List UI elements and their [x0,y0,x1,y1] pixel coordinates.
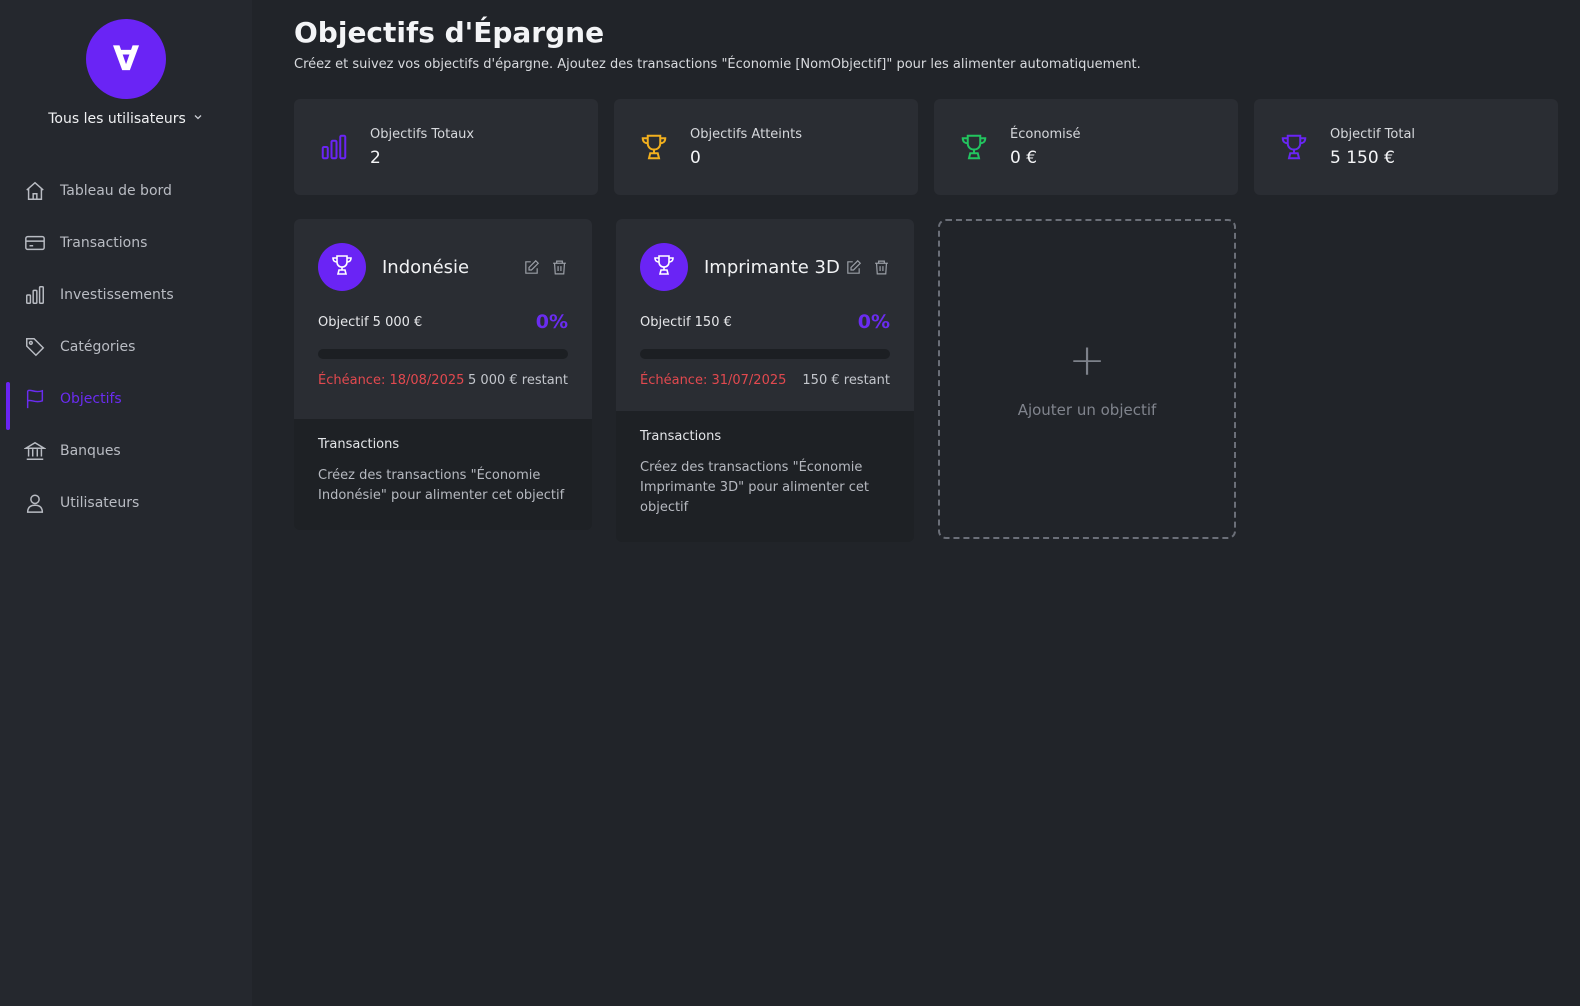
sidebar: ∀ Tous les utilisateurs Tableau de bord … [0,0,252,1006]
trash-icon[interactable] [872,258,890,276]
sidebar-item-dashboard[interactable]: Tableau de bord [0,165,252,217]
goal-avatar [318,243,366,291]
tag-icon [24,336,46,358]
sidebar-item-categories[interactable]: Catégories [0,321,252,373]
goal-remaining: 5 000 € restant [468,373,568,388]
trophy-icon [330,253,354,281]
progress-bar [318,349,568,359]
sidebar-item-label: Transactions [60,235,148,251]
stat-label: Objectifs Totaux [370,126,475,142]
stat-card-total-goals: Objectifs Totaux 2 [294,99,598,195]
add-goal-button[interactable]: + Ajouter un objectif [938,219,1236,539]
edit-icon[interactable] [522,258,540,276]
sidebar-item-goals[interactable]: Objectifs [0,373,252,430]
sidebar-item-banks[interactable]: Banques [0,425,252,477]
page-title: Objectifs d'Épargne [294,16,605,49]
stat-value: 0 € [1010,147,1038,168]
user-select-label: Tous les utilisateurs [48,111,186,127]
home-icon [24,180,46,202]
transactions-title: Transactions [640,429,722,444]
stat-card-total-target: Objectif Total 5 150 € [1254,99,1558,195]
sidebar-item-investments[interactable]: Investissements [0,269,252,321]
stat-value: 0 [690,147,701,168]
card-icon [24,232,46,254]
goal-deadline: Échéance: 31/07/2025 [640,373,787,388]
edit-icon[interactable] [844,258,862,276]
flag-icon [24,388,46,410]
goal-target: Objectif 150 € [640,314,732,330]
stats-row: Objectifs Totaux 2 Objectifs Atteints 0 … [294,99,1560,195]
sidebar-item-label: Catégories [60,339,136,355]
goal-percent: 0% [857,311,890,333]
sidebar-item-label: Banques [60,443,121,459]
stat-value: 2 [370,147,381,168]
trophy-icon [638,131,670,163]
transactions-hint: Créez des transactions "Économie Imprima… [640,460,870,515]
app-logo[interactable]: ∀ [86,19,166,99]
stat-label: Économisé [1010,126,1081,142]
user-icon [24,492,46,514]
transactions-hint: Créez des transactions "Économie Indonés… [318,468,565,503]
bank-icon [24,440,46,462]
trophy-icon [1278,131,1310,163]
sidebar-item-label: Investissements [60,287,174,303]
sidebar-nav: Tableau de bord Transactions Investissem… [0,165,252,529]
add-goal-label: Ajouter un objectif [1017,401,1157,419]
logo-glyph: ∀ [112,39,140,79]
chevron-down-icon [192,111,204,127]
bar-chart-icon [318,131,350,163]
sidebar-item-label: Objectifs [60,391,122,407]
trophy-icon [652,253,676,281]
goal-avatar [640,243,688,291]
goal-target: Objectif 5 000 € [318,314,423,330]
plus-icon: + [1068,335,1106,386]
transactions-title: Transactions [318,437,400,452]
stat-label: Objectif Total [1330,126,1416,142]
sidebar-item-label: Tableau de bord [60,183,172,199]
goal-name: Imprimante 3D [704,256,840,278]
trophy-icon [958,131,990,163]
trash-icon[interactable] [550,258,568,276]
goal-deadline: Échéance: 18/08/2025 [318,373,465,388]
sidebar-item-label: Utilisateurs [60,495,140,511]
stat-value: 5 150 € [1330,147,1395,168]
sidebar-item-users[interactable]: Utilisateurs [0,477,252,529]
goal-percent: 0% [535,311,568,333]
stat-label: Objectifs Atteints [690,126,803,142]
goal-card: Indonésie Objectif 5 000 € 0% Échéance: … [294,219,592,530]
progress-bar [640,349,890,359]
page-subtitle: Créez et suivez vos objectifs d'épargne.… [294,57,1141,72]
user-select-dropdown[interactable]: Tous les utilisateurs [0,111,252,127]
goal-remaining: 150 € restant [802,373,890,388]
sidebar-item-transactions[interactable]: Transactions [0,217,252,269]
goal-card: Imprimante 3D Objectif 150 € 0% Échéance… [616,219,914,542]
stat-card-goals-reached: Objectifs Atteints 0 [614,99,918,195]
goals-grid: Indonésie Objectif 5 000 € 0% Échéance: … [294,219,1236,542]
bar-chart-icon [24,284,46,306]
goal-name: Indonésie [382,256,470,278]
stat-card-saved: Économisé 0 € [934,99,1238,195]
